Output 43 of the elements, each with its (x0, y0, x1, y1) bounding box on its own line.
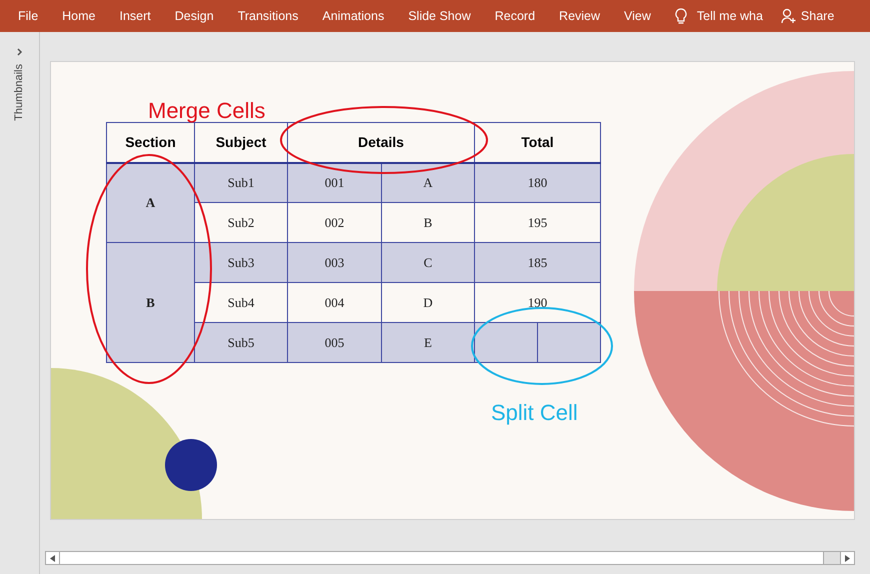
share-button[interactable]: Share (780, 6, 834, 26)
ribbon-tab[interactable]: Animations (322, 6, 384, 26)
ribbon-tab[interactable]: Review (559, 6, 600, 26)
lightbulb-icon[interactable] (674, 8, 687, 24)
ribbon-tab[interactable]: Slide Show (408, 6, 471, 26)
chevron-right-icon[interactable] (16, 48, 22, 56)
ribbon-tab[interactable]: Transitions (238, 6, 298, 26)
table-cell: Sub4 (194, 282, 288, 322)
table-cell: 001 (288, 162, 382, 202)
ribbon-tab[interactable]: Insert (120, 6, 151, 26)
annotation-label: Merge Cells (148, 100, 266, 122)
ribbon-tab[interactable]: Home (62, 6, 96, 26)
table-cell: 004 (288, 282, 382, 322)
table-cell: E (382, 322, 474, 362)
table-cell: Sub5 (194, 322, 288, 362)
thumbnails-label[interactable]: Thumbnails (11, 64, 28, 121)
table-cell: Sub1 (194, 162, 288, 202)
horizontal-scrollbar[interactable] (45, 551, 855, 565)
ribbon-tab[interactable]: View (624, 6, 651, 26)
table-cell: A (382, 162, 474, 202)
table-cell: 003 (288, 242, 382, 282)
annotation-label: Split Cell (491, 402, 578, 424)
table-cell: B (382, 202, 474, 242)
table-cell: 185 (474, 242, 600, 282)
ribbon-tab[interactable]: Design (174, 6, 214, 26)
table-cell: C (382, 242, 474, 282)
section-cell: A (106, 162, 194, 242)
table-cell: 190 (474, 282, 600, 322)
scroll-right-icon[interactable] (845, 554, 850, 562)
table-cell: 180 (474, 162, 600, 202)
table-cell: 002 (288, 202, 382, 242)
section-cell: B (106, 242, 194, 362)
circle-shape (165, 439, 217, 491)
table-cell: Sub2 (194, 202, 288, 242)
table-cell: D (382, 282, 474, 322)
table-cell: 005 (288, 322, 382, 362)
person-add-icon (780, 8, 797, 24)
table-cell: Sub3 (194, 242, 288, 282)
scroll-left-icon[interactable] (50, 554, 55, 562)
tell-me-search[interactable]: Tell me wha (696, 6, 763, 26)
ribbon-tab[interactable]: File (18, 6, 38, 26)
ribbon-tab[interactable]: Record (494, 6, 536, 26)
table-cell: 195 (474, 202, 600, 242)
